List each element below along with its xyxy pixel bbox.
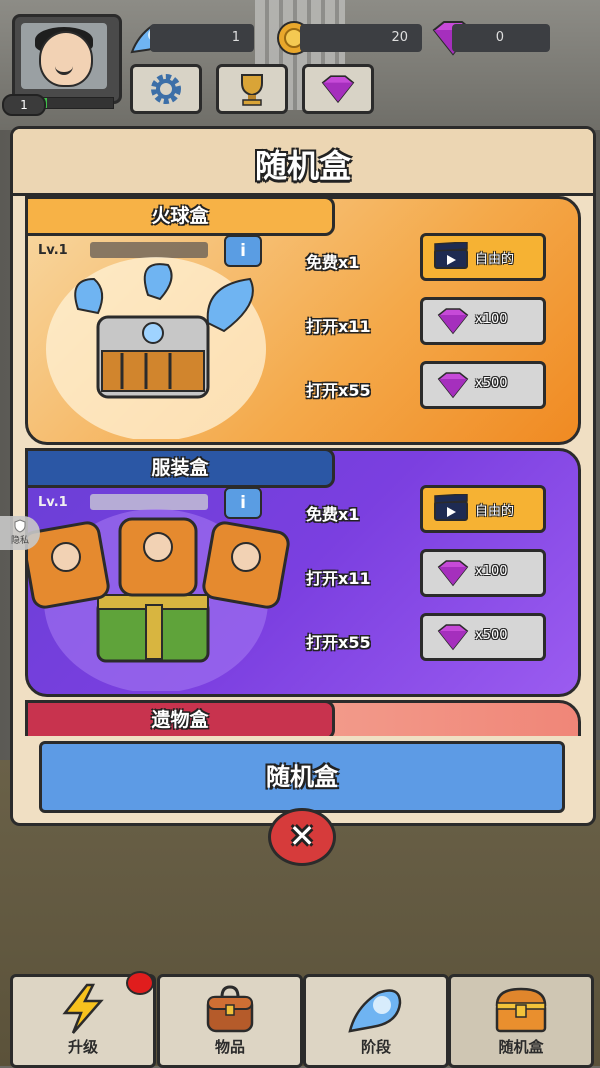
costume-open11-label: 打开x11 [306,569,371,588]
fireball-free-label: 免费x1 [306,253,360,272]
fireball-box-title: 火球盒 [25,196,335,236]
close-button[interactable]: ✕ [268,808,336,866]
fireball-open55-button[interactable]: x500 [420,361,546,409]
panel-header: 随机盒 [13,129,593,196]
costume-open55-label: 打开x55 [306,633,371,652]
fireball-free-button[interactable]: 自由的 [420,233,546,281]
random-box-button[interactable]: 随机盒 [39,741,565,813]
video-clapper-icon [434,242,468,269]
box-list[interactable]: 火球盒 Lv.1 i 免费x1 自由的 打开x11 x100 打开x55 x50… [13,196,593,736]
relic-box-title: 遗物盒 [25,700,335,736]
gem-icon [321,75,355,104]
random-box-panel: 随机盒 火球盒 Lv.1 i 免费x1 自由的 打开x11 x100 打开x55… [10,126,596,826]
costume-chest-illustration [28,509,290,691]
costume-free-label: 免费x1 [306,505,360,524]
gem-icon [437,560,469,587]
backpack-icon [206,985,254,1033]
treasure-chest-icon [495,987,547,1033]
gem-icon [437,372,469,399]
nav-random-box-label: 随机盒 [498,1038,544,1056]
costume-box-title: 服装盒 [25,448,335,488]
gem-counter: 0 [452,24,550,52]
trophy-icon [241,74,263,106]
nav-stage[interactable]: 阶段 [303,974,449,1068]
costume-open11-cost: x100 [475,564,508,579]
fireball-icon [348,989,402,1033]
lightning-icon [62,983,104,1034]
fireball-counter: 1 [150,24,254,52]
bottom-navigation: 升级 物品 阶段 随机盒 [0,966,600,1068]
fireball-free-button-label: 自由的 [475,252,515,267]
video-clapper-icon [434,494,468,521]
costume-box-card: 服装盒 Lv.1 i 免费x1 自由的 打开x11 x100 打开x55 x50… [25,448,581,697]
privacy-badge[interactable]: 隐私 [0,516,40,550]
fireball-box-card: 火球盒 Lv.1 i 免费x1 自由的 打开x11 x100 打开x55 x50… [25,196,581,445]
fireball-open11-cost: x100 [475,312,508,327]
nav-items[interactable]: 物品 [157,974,303,1068]
settings-gear-icon [151,74,181,104]
nav-random-box[interactable]: 随机盒 [448,974,594,1068]
player-avatar[interactable] [12,14,122,104]
nav-upgrade-label: 升级 [67,1038,98,1056]
costume-open55-button[interactable]: x500 [420,613,546,661]
nav-stage-label: 阶段 [360,1038,391,1056]
gem-shop-button[interactable] [302,64,374,114]
xp-progress-bar [40,97,114,109]
privacy-badge-label: 隐私 [10,536,29,546]
shield-icon [14,519,26,533]
gold-count: 20 [391,30,408,45]
fireball-chest-illustration [46,257,266,439]
avatar-face [21,23,107,89]
nav-items-label: 物品 [214,1038,245,1056]
gem-icon [437,308,469,335]
player-level-badge: 1 [2,94,46,116]
fireball-open11-button[interactable]: x100 [420,297,546,345]
panel-title: 随机盒 [254,147,351,185]
relic-box-card: 遗物盒 [25,700,581,736]
fireball-open55-cost: x500 [475,376,508,391]
gold-counter: 20 [300,24,422,52]
costume-open11-button[interactable]: x100 [420,549,546,597]
gem-count: 0 [495,30,504,45]
costume-free-button[interactable]: 自由的 [420,485,546,533]
costume-open55-cost: x500 [475,628,508,643]
fireball-count: 1 [231,30,240,45]
gem-icon [437,624,469,651]
fireball-open11-label: 打开x11 [306,317,371,336]
settings-button[interactable] [130,64,202,114]
fireball-open55-label: 打开x55 [306,381,371,400]
trophy-button[interactable] [216,64,288,114]
upgrade-notification-badge [126,971,154,995]
costume-free-button-label: 自由的 [475,504,515,519]
